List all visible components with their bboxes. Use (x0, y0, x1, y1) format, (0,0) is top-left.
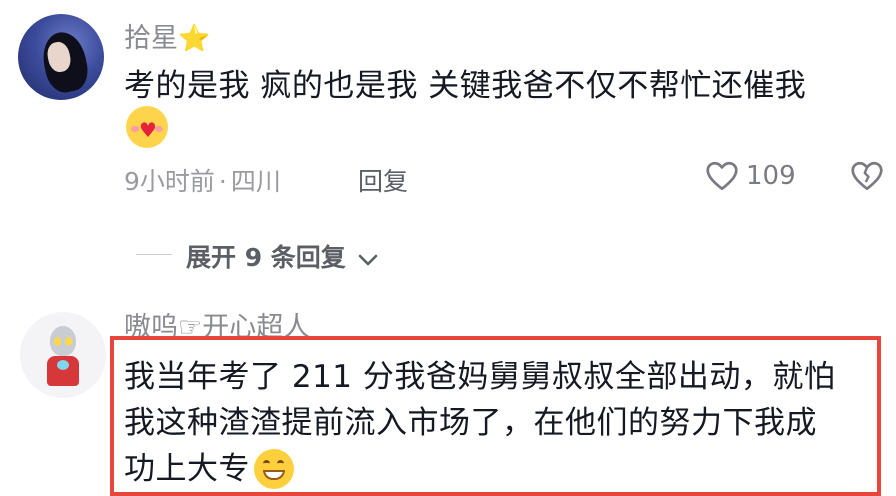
comment-text: 考的是我 疯的也是我 关键我爸不仅不帮忙还催我 (124, 68, 807, 104)
like-heart-icon[interactable] (704, 158, 740, 194)
avatar[interactable] (20, 312, 106, 398)
avatar-eye (54, 337, 61, 346)
comment-username[interactable]: 拾星⭐ (124, 16, 210, 55)
comment-username[interactable]: 嗷呜☞开心超人 (124, 311, 310, 338)
username-text: 拾星 (124, 23, 178, 54)
comment-text: 我当年考了 211 分我爸妈舅舅叔叔全部出动，就怕 我这种渣渣提前流入市场了，在… (124, 354, 884, 492)
grinning-face-icon (254, 448, 294, 489)
avatar-color-timer (57, 360, 69, 370)
chevron-down-icon (357, 245, 379, 274)
expand-divider (136, 254, 172, 255)
avatar-eye (65, 337, 72, 346)
like-count: 109 (746, 161, 796, 191)
comment-text-line: 我当年考了 211 分我爸妈舅舅叔叔全部出动，就怕 (124, 359, 836, 395)
smiling-face-holding-heart-icon: ♥ (126, 106, 168, 148)
expand-replies-label: 展开 9 条回复 (186, 243, 346, 272)
meta-separator: · (218, 167, 227, 196)
comment-text-line-last: 功上大专 (124, 446, 884, 492)
comment-meta: 9小时前 · 四川 (124, 162, 281, 198)
avatar[interactable] (18, 14, 104, 100)
comment-time: 9小时前 (124, 167, 215, 196)
reply-button[interactable]: 回复 (358, 162, 408, 198)
comment-location: 四川 (230, 167, 281, 196)
comment-text-line: 我这种渣渣提前流入市场了，在他们的努力下我成 (124, 405, 817, 441)
comment-text-end: 功上大专 (124, 451, 250, 487)
expand-replies-button[interactable]: 展开 9 条回复 (186, 238, 379, 274)
star-icon: ⭐ (178, 24, 211, 54)
dislike-broken-heart-icon[interactable] (848, 158, 886, 194)
